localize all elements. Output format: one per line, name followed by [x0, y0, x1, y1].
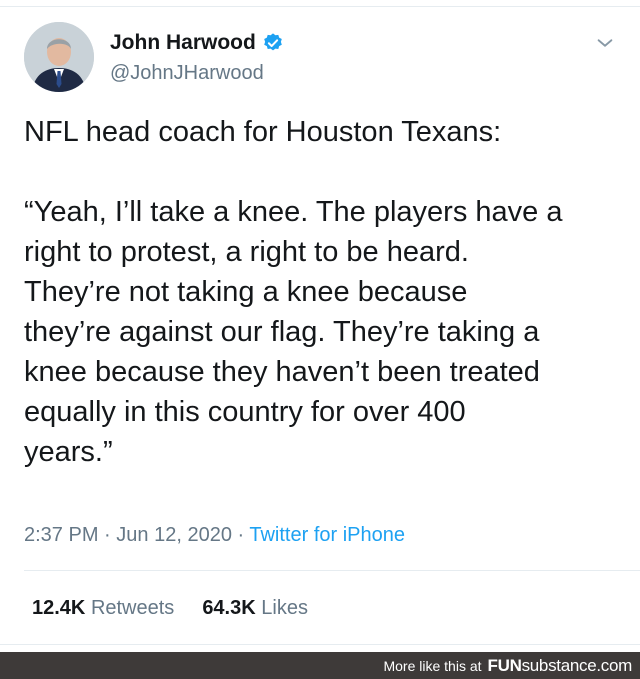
tweet-source-link[interactable]: Twitter for iPhone — [249, 524, 405, 546]
likes-label: Likes — [261, 597, 308, 619]
divider — [24, 570, 640, 571]
author-handle[interactable]: @JohnJHarwood — [110, 62, 264, 85]
funsubstance-logo[interactable]: FUNsubstance.com — [487, 656, 633, 676]
tweet-meta: 2:37 PM · Jun 12, 2020 · Twitter for iPh… — [24, 524, 405, 547]
likes-count: 64.3K — [202, 597, 256, 619]
watermark-footer: More like this at FUNsubstance.com — [0, 652, 640, 679]
verified-badge-icon — [264, 33, 282, 51]
retweets-label: Retweets — [90, 597, 175, 619]
tweet-text-line: they’re against our flag. They’re taking… — [24, 316, 540, 348]
tweet-text-line: right to protest, a right to be heard. — [24, 236, 469, 268]
logo-suffix: .com — [596, 656, 632, 675]
author-name[interactable]: John Harwood — [110, 31, 256, 55]
logo-rest: substance — [521, 656, 597, 675]
tweet-text-line: NFL head coach for Houston Texans: — [24, 116, 502, 148]
footer-more-text: More like this at — [383, 658, 482, 674]
tweet-text: NFL head coach for Houston Texans: “Yeah… — [24, 112, 624, 472]
retweets-stat[interactable]: 12.4K Retweets — [32, 597, 174, 620]
retweets-count: 12.4K — [32, 597, 86, 619]
tweet-date[interactable]: Jun 12, 2020 — [116, 524, 232, 546]
top-divider — [0, 6, 640, 7]
tweet-text-line: years.” — [24, 436, 113, 468]
meta-separator: · — [237, 524, 245, 546]
logo-bold: FUN — [487, 656, 522, 675]
divider — [0, 644, 640, 645]
meta-separator: · — [104, 524, 111, 546]
avatar[interactable] — [24, 22, 94, 92]
chevron-down-icon[interactable] — [594, 32, 616, 54]
tweet-text-line: “Yeah, I’ll take a knee. The players hav… — [24, 196, 563, 228]
tweet-text-line: knee because they haven’t been treated — [24, 356, 540, 388]
tweet-text-line: equally in this country for over 400 — [24, 396, 466, 428]
tweet-time[interactable]: 2:37 PM — [24, 524, 98, 546]
likes-stat[interactable]: 64.3K Likes — [202, 597, 308, 620]
tweet-text-line: They’re not taking a knee because — [24, 276, 468, 308]
tweet-stats: 12.4K Retweets 64.3K Likes — [32, 597, 336, 620]
tweet-header: John Harwood @JohnJHarwood — [24, 22, 616, 96]
